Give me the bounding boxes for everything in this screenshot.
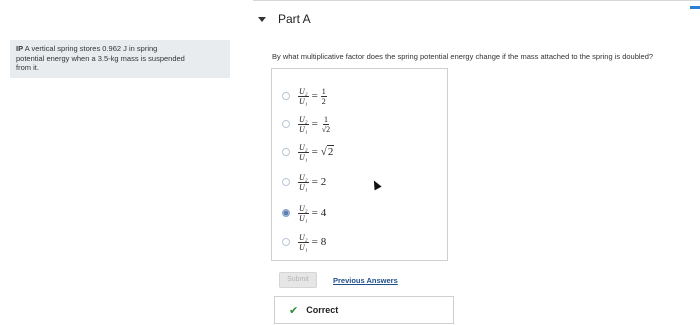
part-title: Part A <box>278 12 311 26</box>
ratio-fraction: U₂ U₁ <box>298 233 309 252</box>
radio-button[interactable] <box>282 92 290 100</box>
choice-value: 8 <box>320 236 327 248</box>
ratio-fraction: U₂ U₁ <box>298 87 309 106</box>
frac-num: U₂ <box>298 142 309 153</box>
frac-num: U₂ <box>298 86 309 97</box>
frac-den: √2 <box>321 124 331 134</box>
choice-8[interactable]: U₂ U₁ = 8 <box>282 231 326 253</box>
choice-value: 4 <box>320 207 327 219</box>
problem-line-3: from it. <box>16 63 39 72</box>
problem-line-1: IP A vertical spring stores 0.962 J in s… <box>16 44 224 54</box>
frac-den: U₁ <box>299 96 308 106</box>
equals-sign: = <box>311 236 318 248</box>
equals-sign: = <box>311 207 318 219</box>
equals-sign: = <box>311 90 318 102</box>
problem-line-2: potential energy when a 3.5-kg mass is s… <box>16 53 185 63</box>
frac-den: U₁ <box>299 213 308 223</box>
choice-2[interactable]: U₂ U₁ = 2 <box>282 171 326 193</box>
frac-den: 2 <box>321 96 326 106</box>
sqrt-value: √2 <box>320 145 335 158</box>
equals-sign: = <box>311 176 318 188</box>
answer-choices: U₂ U₁ = 12 U₂ U₁ = 1 √2 U₂ U₁ = √2 U₂ U₁ = 2 … <box>271 68 448 261</box>
top-divider <box>253 0 700 1</box>
feedback-text: Correct <box>306 305 339 315</box>
choice-value: 2 <box>320 176 327 188</box>
choice-1-sqrt2[interactable]: U₂ U₁ = 1 √2 <box>282 113 331 135</box>
frac-num: U₂ <box>298 114 309 125</box>
frac-num: U₂ <box>298 232 309 243</box>
sqrt-radicand: 2 <box>326 145 335 158</box>
choice-sqrt2[interactable]: U₂ U₁ = √2 <box>282 141 335 163</box>
ratio-fraction: U₂ U₁ <box>298 115 309 134</box>
radio-button[interactable] <box>282 148 290 156</box>
equals-sign: = <box>311 118 318 130</box>
equals-sign: = <box>311 146 318 158</box>
radio-button[interactable] <box>282 238 290 246</box>
problem-statement: IP A vertical spring stores 0.962 J in s… <box>10 40 230 78</box>
question-text: By what multiplicative factor does the s… <box>272 52 654 61</box>
value-fraction: 12 <box>320 86 327 106</box>
frac-num: U₂ <box>298 203 309 214</box>
value-fraction: 1 √2 <box>321 115 331 134</box>
frac-den: U₁ <box>299 242 308 252</box>
check-icon: ✔ <box>289 304 299 317</box>
frac-den: U₁ <box>299 152 308 162</box>
frac-num: 1 <box>320 86 327 97</box>
collapse-caret-icon[interactable] <box>258 16 266 22</box>
radio-button-selected[interactable] <box>282 209 290 217</box>
feedback-box: ✔ Correct <box>274 296 454 324</box>
ratio-fraction: U₂ U₁ <box>298 204 309 223</box>
choice-4[interactable]: U₂ U₁ = 4 <box>282 202 326 224</box>
ratio-fraction: U₂ U₁ <box>298 143 309 162</box>
choice-1-2[interactable]: U₂ U₁ = 12 <box>282 85 327 107</box>
radio-button[interactable] <box>282 178 290 186</box>
problem-text-1: A vertical spring stores 0.962 J in spri… <box>24 44 158 53</box>
part-header[interactable]: Part A <box>258 12 311 26</box>
frac-den: U₁ <box>299 182 308 192</box>
frac-num: 1 <box>322 114 329 125</box>
radio-button[interactable] <box>282 120 290 128</box>
problem-prefix: IP <box>16 44 24 53</box>
frac-num: U₂ <box>298 172 309 183</box>
previous-answers-link[interactable]: Previous Answers <box>333 276 398 285</box>
ratio-fraction: U₂ U₁ <box>298 173 309 192</box>
submit-button[interactable]: Submit <box>279 272 317 288</box>
top-accent-mark <box>690 6 700 9</box>
frac-den: U₁ <box>299 124 308 134</box>
